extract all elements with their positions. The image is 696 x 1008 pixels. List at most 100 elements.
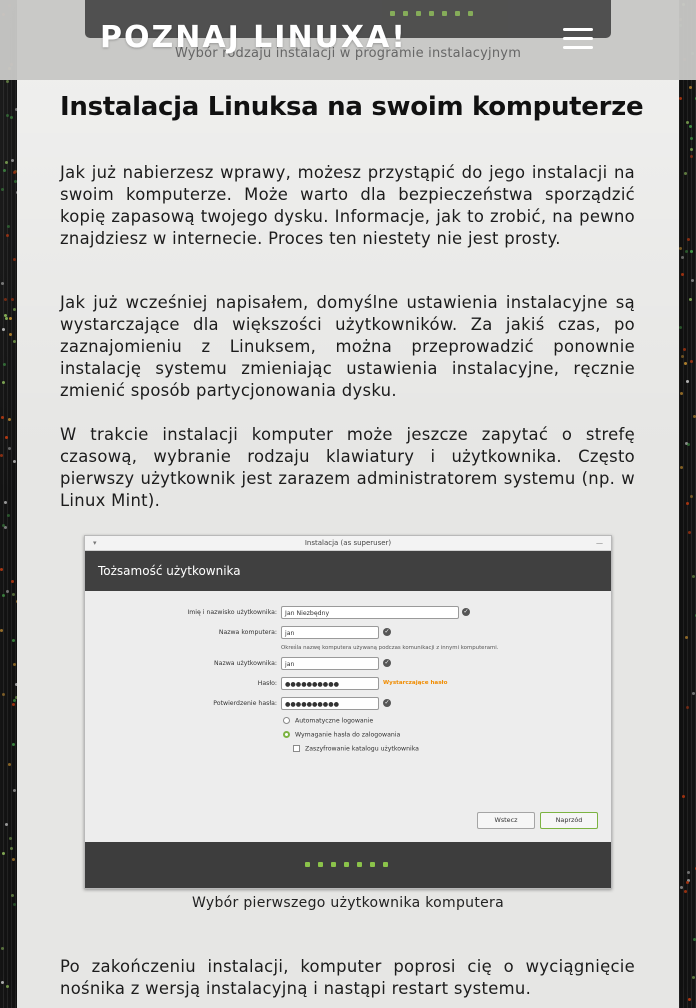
background-led-dot [5, 160, 9, 164]
background-led-dot [690, 137, 694, 141]
background-led-dot [682, 348, 686, 352]
background-led-dot [5, 985, 9, 989]
check-icon: ✓ [383, 659, 391, 667]
background-led-dot [683, 362, 687, 366]
background-led-dot [686, 442, 690, 446]
username-input: jan [281, 657, 379, 670]
check-icon: ✓ [462, 608, 470, 616]
background-led-dot [10, 847, 14, 851]
background-led-dot [688, 997, 692, 1001]
password-input: ●●●●●●●●●● [281, 677, 379, 690]
background-led-dot [691, 692, 695, 696]
background-led-dot [686, 121, 690, 125]
radio-icon [283, 717, 290, 724]
background-led-dot [685, 881, 689, 885]
background-led-dot [6, 514, 10, 518]
background-led-dot [1, 187, 5, 191]
background-led-dot [684, 635, 688, 639]
site-title[interactable]: POZNAJ LINUXA! [100, 20, 407, 55]
computer-name-note: Określa nazwę komputera używaną podczas … [281, 645, 499, 651]
background-led-dot [690, 360, 694, 364]
check-icon: ✓ [383, 628, 391, 636]
progress-footer [85, 842, 611, 888]
background-led-dot [687, 531, 691, 535]
figure-caption: Wybór pierwszego użytkownika komputera [192, 895, 504, 911]
background-led-dot [686, 380, 690, 384]
radio-selected-icon [283, 731, 290, 738]
next-button: Naprzód [540, 812, 598, 829]
background-led-dot [8, 317, 12, 321]
background-led-dot [12, 703, 16, 707]
background-led-dot [683, 171, 687, 175]
background-led-dot [689, 147, 693, 151]
window-titlebar: ▾ Instalacja (as superuser) — [85, 536, 611, 551]
background-led-dot [0, 946, 4, 950]
installer-window: ▾ Instalacja (as superuser) — Tożsamość … [84, 535, 612, 889]
computer-name-input: jan [281, 626, 379, 639]
background-led-dot [681, 272, 685, 276]
background-led-dot [688, 297, 692, 301]
background-led-dot [9, 837, 13, 841]
field-label: Potwierdzenie hasła: [213, 700, 277, 707]
background-led-dot [9, 333, 13, 337]
background-led-dot [0, 454, 3, 458]
background-led-dot [679, 96, 683, 100]
background-led-dot [8, 446, 12, 450]
article-paragraph: W trakcie instalacji komputer może jeszc… [60, 425, 635, 510]
background-led-dot [679, 466, 683, 470]
background-led-dot [2, 363, 6, 367]
background-led-dot [5, 80, 9, 84]
background-led-dot [686, 501, 690, 505]
background-led-dot [679, 392, 683, 396]
background-led-dot [690, 495, 694, 499]
background-led-dot [13, 698, 17, 702]
background-led-dot [689, 250, 693, 254]
background-led-dot [686, 706, 690, 710]
background-led-dot [691, 278, 695, 282]
background-led-dot [4, 500, 8, 504]
window-menu-icon: ▾ [93, 539, 97, 547]
background-led-dot [5, 317, 9, 321]
require-password-radio: Wymaganie hasła do zalogowania [283, 731, 400, 739]
background-led-dot [5, 233, 9, 237]
background-led-dot [8, 417, 12, 421]
password-strength-hint: Wystarczające hasło [383, 680, 448, 686]
check-icon: ✓ [383, 699, 391, 707]
background-led-dot [688, 124, 692, 128]
background-led-dot [7, 763, 11, 767]
checkbox-icon [293, 745, 300, 752]
background-led-dot [692, 415, 696, 419]
background-led-dot [0, 281, 4, 285]
background-led-dot [6, 590, 10, 594]
article-paragraph: Po zakończeniu instalacji, komputer popr… [60, 957, 635, 998]
field-label: Imię i nazwisko użytkownika: [187, 609, 277, 616]
background-led-dot [11, 159, 15, 163]
background-led-dot [12, 788, 16, 792]
background-led-dot [2, 851, 6, 855]
background-led-dot [681, 255, 685, 259]
site-header: Wybór rodzaju instalacji w programie ins… [0, 0, 696, 80]
background-led-dot [687, 237, 690, 241]
background-led-dot [13, 662, 17, 666]
article-heading: Instalacja Linuksa na swoim komputerze [60, 92, 644, 122]
background-led-dot [684, 890, 688, 894]
background-led-dot [692, 975, 696, 979]
background-led-dot [2, 168, 6, 172]
background-led-dot [11, 580, 15, 584]
background-led-dot [12, 307, 16, 311]
background-led-dot [12, 857, 16, 861]
background-led-dot [11, 298, 15, 302]
confirm-password-input: ●●●●●●●●●● [281, 697, 379, 710]
minimize-icon: — [596, 539, 603, 547]
hamburger-menu-icon[interactable] [563, 28, 593, 52]
background-led-dot [680, 355, 684, 359]
background-led-dot [679, 326, 683, 330]
background-led-dot [0, 628, 3, 632]
background-led-dot [690, 155, 694, 159]
background-led-dot [692, 937, 696, 941]
background-led-dot [4, 526, 8, 530]
background-led-dot [9, 116, 13, 120]
background-led-dot [1, 692, 5, 696]
installer-section-title: Tożsamość użytkownika [85, 551, 611, 591]
background-led-dot [5, 435, 9, 439]
